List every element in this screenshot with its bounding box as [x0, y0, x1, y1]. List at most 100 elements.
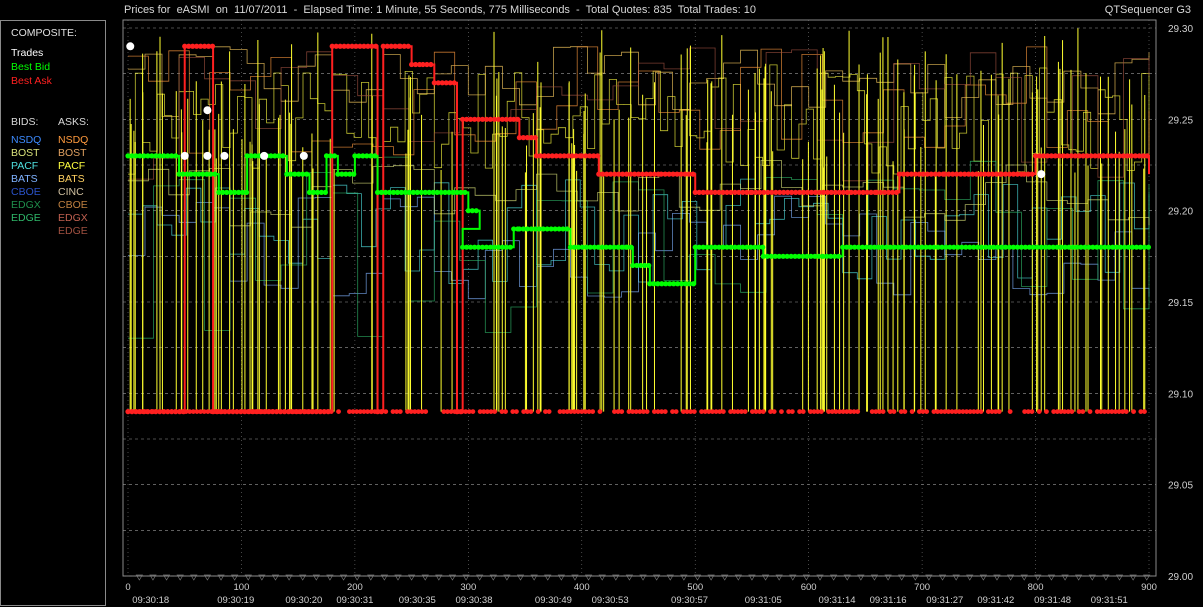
best-bid-marker	[304, 171, 310, 177]
best-bid-marker	[836, 253, 842, 259]
best-ask-marker	[528, 409, 534, 414]
trade-point	[220, 151, 229, 160]
best-ask-marker	[1131, 409, 1136, 414]
best-ask-marker	[619, 409, 625, 414]
best-bid-marker	[690, 281, 697, 287]
best-ask-marker	[428, 61, 434, 68]
x-tick-label: 600	[801, 582, 817, 593]
best-ask-marker	[691, 409, 697, 414]
trade-point	[203, 151, 212, 160]
best-bid-marker	[372, 153, 378, 159]
best-ask-marker	[143, 409, 149, 414]
time-label: 09:31:16	[870, 595, 907, 606]
best-bid-marker	[331, 153, 338, 159]
time-label: 09:31:48	[1034, 595, 1071, 606]
best-ask-marker	[514, 409, 519, 414]
best-ask-marker	[532, 135, 538, 141]
best-ask-marker	[1029, 171, 1035, 177]
best-ask-marker	[336, 409, 341, 414]
y-tick-label: 29.20	[1168, 207, 1193, 218]
best-ask-marker	[597, 409, 603, 414]
best-ask-marker	[891, 409, 897, 414]
best-ask-marker	[209, 43, 216, 49]
trade-point	[126, 42, 135, 51]
x-tick-label: 400	[574, 582, 590, 593]
trade-point	[180, 151, 189, 160]
best-ask-marker	[296, 409, 302, 414]
best-bid-marker	[564, 226, 570, 232]
best-ask-marker	[855, 409, 861, 414]
best-bid-marker	[243, 189, 250, 195]
y-tick-label: 29.30	[1168, 24, 1193, 35]
x-tick-label: 300	[460, 582, 476, 593]
best-ask-marker	[789, 409, 795, 414]
best-ask-marker	[996, 409, 1002, 414]
time-label: 09:30:38	[456, 595, 493, 606]
y-tick-label: 29.15	[1168, 298, 1193, 309]
best-bid-marker	[507, 244, 513, 250]
time-label: 09:31:51	[1091, 595, 1128, 606]
best-bid-marker	[462, 189, 468, 195]
time-label: 09:30:18	[132, 595, 169, 606]
best-bid-marker	[1145, 244, 1152, 250]
best-ask-marker	[1069, 409, 1075, 414]
best-ask-marker	[662, 409, 668, 414]
best-ask-marker	[800, 409, 806, 414]
best-ask-marker	[376, 409, 381, 414]
best-ask-marker	[924, 409, 930, 414]
best-ask-marker	[1142, 409, 1147, 414]
best-bid-marker	[646, 262, 652, 269]
time-label: 09:30:53	[592, 595, 629, 606]
time-label: 09:30:19	[217, 595, 254, 606]
best-ask-marker	[373, 43, 379, 49]
best-ask-marker	[451, 80, 457, 86]
y-tick-label: 29.10	[1168, 389, 1193, 400]
best-bid-marker	[760, 244, 766, 250]
x-tick-label: 0	[125, 582, 130, 593]
best-ask-marker	[281, 409, 287, 414]
y-tick-label: 29.05	[1168, 481, 1193, 492]
best-ask-marker	[595, 153, 601, 159]
best-ask-marker	[165, 409, 171, 414]
x-tick-label: 700	[914, 582, 930, 593]
best-bid-marker	[473, 208, 479, 214]
best-ask-marker	[893, 189, 900, 195]
best-ask-marker	[1080, 409, 1086, 414]
best-bid-marker	[280, 153, 286, 159]
best-ask-marker	[742, 409, 748, 414]
trade-point	[299, 151, 308, 160]
best-ask-marker	[503, 409, 508, 414]
best-ask-marker	[397, 409, 403, 414]
best-ask-marker	[535, 409, 541, 414]
time-label: 09:31:42	[977, 595, 1014, 606]
best-bid-marker	[173, 153, 179, 159]
best-ask-marker	[673, 409, 679, 414]
best-ask-marker	[423, 409, 429, 414]
best-ask-marker	[1144, 153, 1150, 159]
best-ask-marker	[328, 409, 334, 414]
best-ask-marker	[546, 409, 552, 414]
best-ask-marker	[492, 409, 498, 414]
best-ask-marker	[1036, 409, 1042, 414]
best-ask-marker	[690, 171, 696, 177]
best-ask-marker	[1029, 409, 1035, 414]
trade-point	[1037, 170, 1046, 179]
time-label: 09:30:49	[535, 595, 572, 606]
best-ask-marker	[151, 409, 156, 414]
best-ask-marker	[405, 43, 411, 49]
price-chart: 29.00 29.05 29.10 29.15 29.20 29.25 29.30 0 100 2…	[122, 19, 1193, 606]
x-tick-label: 100	[234, 582, 250, 593]
best-ask-marker	[902, 409, 908, 414]
trade-point	[203, 106, 212, 115]
y-tick-label: 29.00	[1168, 572, 1193, 583]
best-ask-marker	[219, 409, 225, 414]
best-ask-marker	[1087, 409, 1093, 414]
best-ask-marker	[978, 409, 984, 414]
best-ask-marker	[720, 409, 726, 414]
best-ask-marker	[771, 409, 777, 414]
best-ask-marker	[644, 409, 650, 414]
best-ask-marker	[172, 409, 178, 414]
best-ask-marker	[1044, 409, 1049, 414]
best-bid-marker	[628, 244, 634, 250]
time-label: 09:30:57	[671, 595, 708, 606]
